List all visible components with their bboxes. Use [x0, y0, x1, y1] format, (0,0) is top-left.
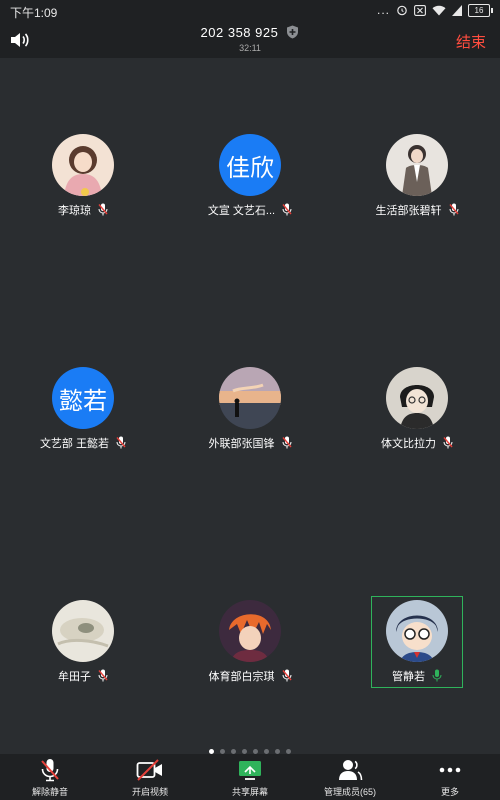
muted-mic-icon [116, 436, 126, 449]
participant-name-row: 牟田子 [17, 668, 149, 684]
participant-tile[interactable]: 懿若 文艺部 王懿若 [37, 367, 129, 453]
status-bar: 下午1:09 ... 16 [0, 0, 500, 22]
participant-tile[interactable]: 体育部白宗琪 [204, 600, 296, 686]
participant-tile[interactable]: 佳欣 文宣 文艺石... [204, 134, 296, 220]
wifi-icon [432, 5, 446, 15]
more-dots-icon [439, 767, 461, 773]
participant-name-row: 李琼琼 [17, 202, 149, 218]
more-label: 更多 [440, 787, 459, 797]
avatar: 佳欣 [219, 134, 281, 196]
participant-name-row: 体文比拉力 [351, 435, 483, 451]
avatar: 懿若 [52, 367, 114, 429]
more-notifications-icon: ... [376, 3, 390, 17]
cellular-signal-icon [452, 4, 462, 16]
status-icons: ... 16 [376, 3, 493, 17]
share-screen-button[interactable]: 共享屏幕 [200, 758, 300, 798]
participant-name-row: 文宣 文艺石... [184, 202, 316, 218]
avatar [219, 600, 281, 662]
muted-mic-icon [282, 203, 292, 216]
avatar [386, 600, 448, 662]
avatar [52, 134, 114, 196]
start-video-label: 开启视频 [131, 787, 168, 797]
participant-name: 牟田子 [57, 671, 91, 683]
avatar [386, 134, 448, 196]
avatar [219, 367, 281, 429]
unmute-label: 解除静音 [31, 787, 68, 797]
alarm-icon [397, 5, 407, 16]
participant-name-row: 文艺部 王懿若 [17, 435, 149, 451]
muted-mic-icon [448, 203, 459, 216]
muted-mic-icon [98, 669, 108, 682]
sim-icon [414, 4, 426, 16]
participant-name: 李琼琼 [57, 205, 91, 217]
participant-name: 外联部张国锋 [208, 438, 275, 450]
status-time: 下午1:09 [10, 6, 58, 20]
participant-name-row: 体育部白宗琪 [184, 668, 316, 684]
video-off-icon [136, 759, 162, 781]
muted-mic-icon [443, 436, 453, 449]
participant-name-row: 生活部张碧轩 [351, 202, 483, 218]
shield-icon [287, 25, 299, 39]
participant-tile[interactable]: 生活部张碧轩 [371, 134, 463, 220]
manage-members-label: 管理成员(65) [323, 787, 376, 797]
participant-name-row: 管静若 [351, 668, 483, 684]
participant-name: 体育部白宗琪 [208, 671, 275, 683]
unmute-button[interactable]: 解除静音 [0, 758, 100, 798]
participant-tile[interactable]: 牟田子 [37, 600, 129, 686]
meeting-id-text: 202 358 925 [200, 25, 279, 40]
muted-mic-icon [281, 436, 292, 449]
participant-tile[interactable]: 体文比拉力 [371, 367, 463, 453]
participant-tile-active-speaker[interactable]: 管静若 [371, 600, 463, 686]
participant-tile[interactable]: 外联部张国锋 [204, 367, 296, 453]
manage-members-button[interactable]: 管理成员(65) [300, 758, 400, 798]
muted-mic-icon [41, 759, 59, 782]
end-meeting-button[interactable]: 结束 [456, 31, 486, 52]
participant-tile[interactable]: 李琼琼 [37, 134, 129, 220]
members-icon [339, 760, 363, 781]
speaking-mic-icon [432, 669, 442, 682]
battery-icon: 16 [468, 3, 493, 17]
meeting-toolbar: 解除静音 开启视频 共享屏幕 管理成员(65) 更多 [0, 754, 500, 800]
participant-name: 生活部张碧轩 [375, 205, 442, 217]
avatar [386, 367, 448, 429]
participant-name: 管静若 [391, 671, 425, 683]
meeting-timer: 32:11 [239, 43, 261, 53]
share-screen-label: 共享屏幕 [231, 787, 268, 797]
participant-name-row: 外联部张国锋 [184, 435, 316, 451]
muted-mic-icon [98, 203, 108, 216]
meeting-header: 202 358 925 32:11 结束 [0, 22, 500, 58]
participant-name: 体文比拉力 [380, 438, 436, 450]
share-screen-icon [239, 761, 261, 780]
more-button[interactable]: 更多 [400, 758, 500, 798]
participant-name: 文宣 文艺石... [207, 205, 276, 217]
participant-name: 文艺部 王懿若 [39, 438, 109, 450]
start-video-button[interactable]: 开启视频 [100, 758, 200, 798]
muted-mic-icon [281, 669, 292, 682]
avatar [52, 600, 114, 662]
meeting-id[interactable]: 202 358 925 [0, 25, 500, 40]
